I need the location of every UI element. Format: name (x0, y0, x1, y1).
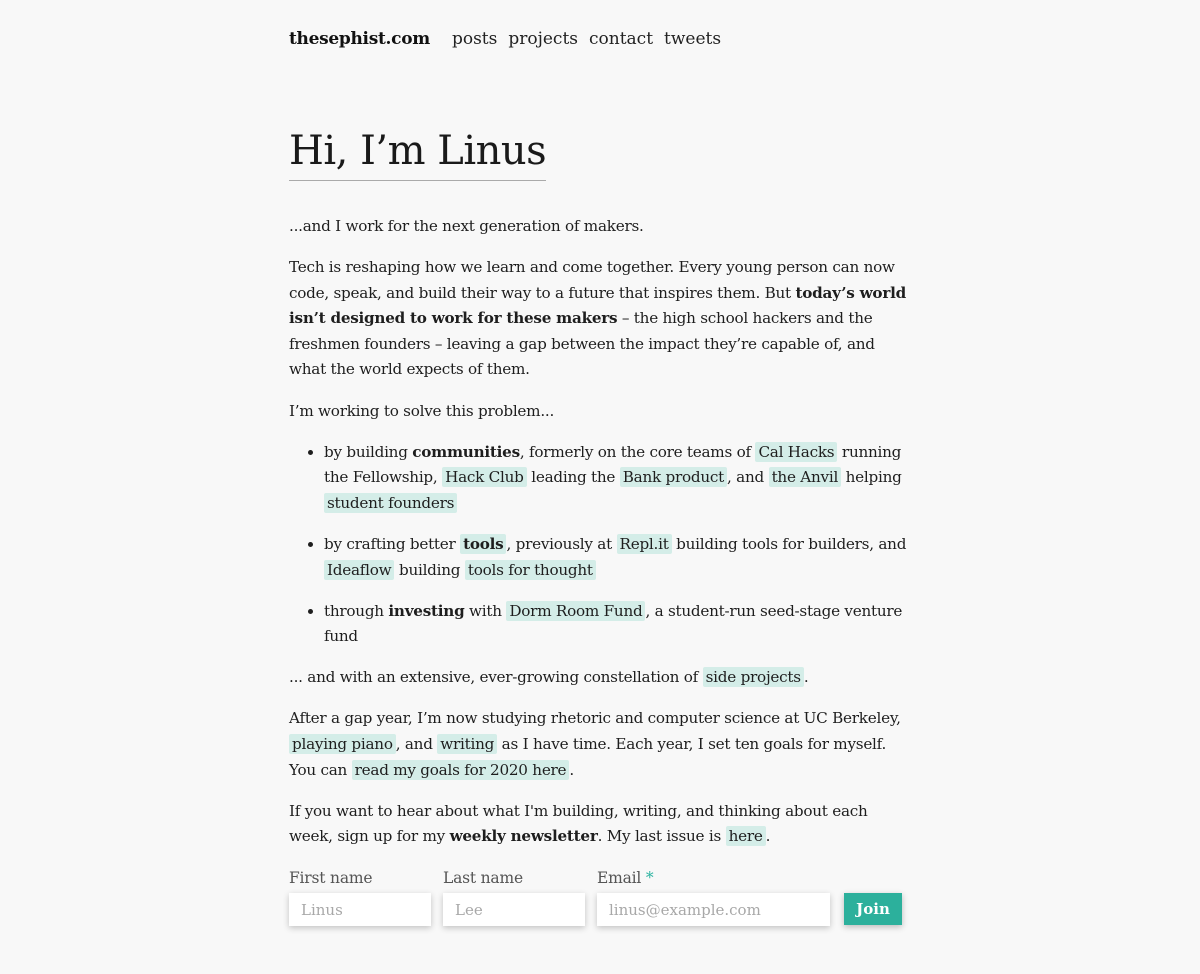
main-content: ...and I work for the next generation of… (289, 214, 909, 865)
first-name-label: First name (289, 869, 373, 887)
link-goals-2020[interactable]: read my goals for 2020 here (351, 759, 570, 780)
last-name-input[interactable] (443, 893, 585, 926)
link-side-projects[interactable]: side projects (702, 667, 804, 688)
email-field-group: Email * (597, 869, 830, 926)
text: with (464, 601, 507, 620)
problem-text: I’m working to solve this problem... (289, 401, 555, 420)
link-cal-hacks[interactable]: Cal Hacks (755, 441, 838, 462)
link-replit[interactable]: Repl.it (616, 533, 672, 554)
text: ... and with an extensive, ever-growing … (289, 668, 703, 687)
text: by crafting better (324, 534, 461, 553)
last-name-field-group: Last name (443, 869, 585, 926)
list-item-investing: through investing with Dorm Room Fund, a… (324, 599, 909, 650)
nav-contact[interactable]: contact (589, 29, 653, 49)
text: helping (841, 468, 902, 487)
link-the-anvil[interactable]: the Anvil (768, 467, 842, 488)
text: leading the (526, 468, 620, 487)
email-label-text: Email (597, 869, 642, 887)
nav-tweets[interactable]: tweets (664, 29, 721, 49)
nav-projects[interactable]: projects (508, 29, 578, 49)
text: , and (395, 735, 438, 753)
link-tools[interactable]: tools (460, 533, 507, 554)
bold-text: communities (412, 442, 520, 461)
text: building (394, 560, 465, 579)
bold-text: weekly newsletter (449, 827, 598, 846)
bold-text: investing (388, 601, 465, 620)
page-title: Hi, I’m Linus (289, 126, 547, 181)
text: . (803, 668, 809, 687)
email-label: Email * (597, 869, 830, 887)
join-button[interactable]: Join (844, 893, 902, 925)
list-item-tools: by crafting better tools, previously at … (324, 532, 909, 583)
top-nav: thesephist.com posts projects contact tw… (289, 29, 732, 49)
text: . (765, 827, 771, 846)
text: , and (727, 468, 769, 487)
link-dorm-room-fund[interactable]: Dorm Room Fund (506, 600, 646, 621)
newsletter-form: First name Last name Email * Join (289, 869, 902, 926)
about-paragraph: After a gap year, I’m now studying rheto… (289, 706, 909, 783)
link-last-issue[interactable]: here (725, 826, 766, 847)
list-item-communities: by building communities, formerly on the… (324, 440, 909, 517)
text: , previously at (506, 534, 617, 553)
side-projects-paragraph: ... and with an extensive, ever-growing … (289, 665, 909, 691)
text: through (324, 601, 389, 620)
bold-text: tools (463, 534, 504, 553)
nav-posts[interactable]: posts (452, 29, 497, 49)
link-writing[interactable]: writing (437, 734, 498, 754)
text: building tools for builders, and (671, 534, 907, 553)
link-ideaflow[interactable]: Ideaflow (324, 559, 395, 580)
first-name-input[interactable] (289, 893, 431, 926)
link-student-founders[interactable]: student founders (324, 492, 458, 513)
link-playing-piano[interactable]: playing piano (289, 734, 396, 754)
link-hack-club[interactable]: Hack Club (442, 467, 527, 488)
text: . My last issue is (597, 827, 726, 846)
newsletter-paragraph: If you want to hear about what I'm build… (289, 799, 909, 850)
text: , formerly on the core teams of (519, 442, 756, 461)
intro-text: ...and I work for the next generation of… (289, 217, 644, 235)
text: by building (324, 442, 413, 461)
link-bank-product[interactable]: Bank product (619, 467, 728, 488)
text: After a gap year, I’m now studying rheto… (289, 709, 901, 728)
first-name-field-group: First name (289, 869, 431, 926)
work-list: by building communities, formerly on the… (289, 440, 909, 650)
mission-paragraph: Tech is reshaping how we learn and come … (289, 255, 909, 383)
link-tools-for-thought[interactable]: tools for thought (464, 559, 596, 580)
site-brand-link[interactable]: thesephist.com (289, 29, 430, 49)
text: . (569, 760, 574, 779)
last-name-label: Last name (443, 869, 523, 887)
email-input[interactable] (597, 893, 830, 926)
required-asterisk: * (645, 869, 654, 887)
